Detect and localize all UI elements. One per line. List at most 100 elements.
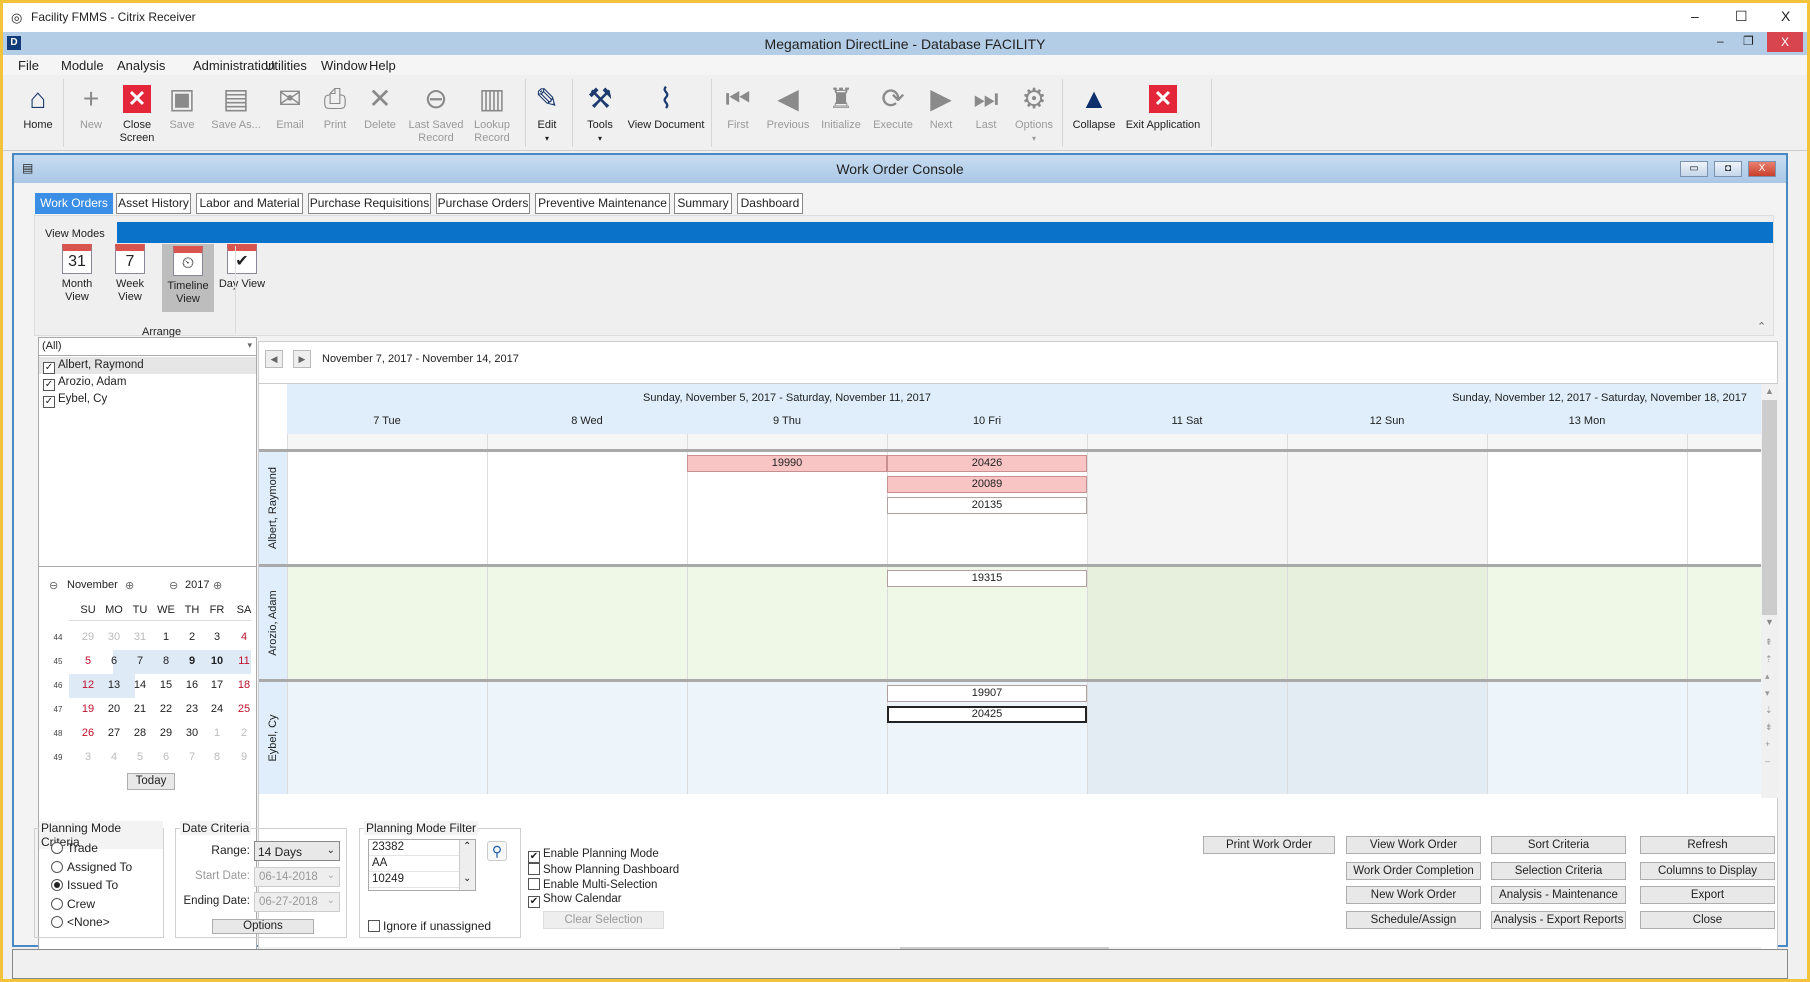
search-icon[interactable]: ⚲ (487, 841, 507, 861)
tab-purchase-requisitions[interactable]: Purchase Requisitions (308, 193, 431, 214)
day-cell[interactable] (287, 567, 487, 679)
calendar-day[interactable]: 15 (155, 679, 177, 691)
schedule-assign-button[interactable]: Schedule/Assign (1346, 911, 1481, 929)
calendar-day[interactable]: 31 (129, 631, 151, 643)
calendar-day[interactable]: 3 (77, 751, 99, 763)
day-cell[interactable] (687, 682, 887, 794)
collapse-ribbon-icon[interactable]: ⌃ (1757, 320, 1766, 333)
timeline-zoom-controls[interactable]: ⇞ ⇡ ▴ ▾ ⇣ ⇟ + – (1765, 634, 1775, 770)
calendar-day[interactable]: 8 (155, 655, 177, 667)
toolbar-options-button[interactable]: ⚙ Options ▾ (1004, 79, 1064, 145)
toolbar-save-button[interactable]: ▣ Save (152, 79, 212, 132)
calendar-day[interactable]: 30 (181, 727, 203, 739)
vertical-scrollbar[interactable]: ▲ ▼ ⇞ ⇡ ▴ ▾ ⇣ ⇟ + – (1761, 384, 1778, 798)
calendar-day[interactable]: 22 (155, 703, 177, 715)
day-cell[interactable] (1287, 682, 1487, 794)
radio-trade[interactable]: Trade (51, 841, 98, 855)
sort-criteria-button[interactable]: Sort Criteria (1491, 836, 1626, 854)
day-cell[interactable] (1487, 567, 1687, 679)
tab-preventive-maintenance[interactable]: Preventive Maintenance (535, 193, 670, 214)
resource-filter-dropdown[interactable]: (All) ▾ (39, 338, 256, 356)
tab-purchase-orders[interactable]: Purchase Orders (436, 193, 530, 214)
radio-issued-to[interactable]: Issued To (51, 878, 118, 892)
day-cell[interactable] (1287, 452, 1487, 564)
print-work-order-button[interactable]: Print Work Order (1203, 836, 1335, 854)
refresh-button[interactable]: Refresh (1640, 836, 1775, 854)
tab-summary[interactable]: Summary (674, 193, 732, 214)
view-mode-day-view[interactable]: ✔ Day View (216, 244, 268, 291)
day-cell[interactable] (1687, 567, 1810, 679)
view-modes-tab[interactable]: View Modes (45, 228, 105, 240)
filter-list-item[interactable]: 10249 (369, 872, 460, 888)
calendar-day[interactable]: 30 (103, 631, 125, 643)
new-work-order-button[interactable]: New Work Order (1346, 886, 1481, 904)
app-restore-button[interactable]: ❐ (1743, 34, 1754, 48)
app-minimize-button[interactable]: – (1717, 34, 1724, 48)
day-cell[interactable] (287, 682, 487, 794)
work-order-event[interactable]: 20426 (887, 455, 1087, 472)
calendar-day[interactable]: 6 (155, 751, 177, 763)
calendar-day[interactable]: 10 (206, 655, 228, 667)
close-button[interactable]: Close (1640, 911, 1775, 929)
checkbox-show-planning-dashboard[interactable]: Show Planning Dashboard (528, 863, 679, 876)
calendar-day[interactable]: 28 (129, 727, 151, 739)
day-cell[interactable] (1687, 682, 1810, 794)
console-minimize-button[interactable]: ▭ (1680, 161, 1708, 177)
day-cell[interactable] (687, 567, 887, 679)
console-close-button[interactable]: X (1748, 161, 1776, 177)
analysis-maintenance-button[interactable]: Analysis - Maintenance (1491, 886, 1626, 904)
toolbar-lookup-record-button[interactable]: ▥ Lookup Record (462, 79, 522, 145)
toolbar-tools-button[interactable]: ⚒ Tools ▾ (570, 79, 630, 145)
resource-list-item[interactable]: ✓ Albert, Raymond (39, 357, 256, 374)
work-order-event[interactable]: 19990 (687, 455, 887, 472)
prev-month-icon[interactable]: ⊖ (49, 579, 58, 592)
vertical-scroll-thumb[interactable] (1762, 400, 1777, 615)
menu-file[interactable]: File (18, 58, 39, 73)
checkbox-show-calendar[interactable]: ✔ Show Calendar (528, 893, 622, 908)
calendar-day[interactable]: 7 (181, 751, 203, 763)
menu-administration[interactable]: Administration (193, 58, 275, 73)
calendar-day[interactable]: 6 (103, 655, 125, 667)
work-order-event[interactable]: 20425 (887, 706, 1087, 723)
day-cell[interactable] (1287, 567, 1487, 679)
toolbar-view-document-button[interactable]: ⌇ View Document (626, 79, 706, 132)
calendar-day[interactable]: 17 (206, 679, 228, 691)
work-order-event[interactable]: 20089 (887, 476, 1087, 493)
toolbar-exit-application-button[interactable]: ✕ Exit Application (1123, 79, 1203, 132)
calendar-day[interactable]: 3 (206, 631, 228, 643)
calendar-day[interactable]: 8 (206, 751, 228, 763)
tab-work-orders[interactable]: Work Orders (35, 193, 113, 214)
calendar-day[interactable]: 29 (155, 727, 177, 739)
timeline-next-button[interactable]: ▶ (293, 350, 311, 368)
day-cell[interactable] (287, 452, 487, 564)
toolbar-previous-button[interactable]: ◀ Previous (758, 79, 818, 132)
calendar-day[interactable]: 18 (233, 679, 255, 691)
calendar-day[interactable]: 27 (103, 727, 125, 739)
work-order-completion-button[interactable]: Work Order Completion (1346, 862, 1481, 880)
selection-criteria-button[interactable]: Selection Criteria (1491, 862, 1626, 880)
prev-year-icon[interactable]: ⊖ (169, 579, 178, 592)
columns-to-display-button[interactable]: Columns to Display (1640, 862, 1775, 880)
calendar-day[interactable]: 4 (233, 631, 255, 643)
work-order-event[interactable]: 19315 (887, 570, 1087, 587)
day-cell[interactable] (1487, 452, 1687, 564)
calendar-day[interactable]: 23 (181, 703, 203, 715)
minimize-button[interactable]: – (1691, 8, 1699, 24)
calendar-day[interactable]: 19 (77, 703, 99, 715)
calendar-day[interactable]: 14 (129, 679, 151, 691)
next-month-icon[interactable]: ⊕ (125, 579, 134, 592)
timeline-prev-button[interactable]: ◀ (265, 350, 283, 368)
toolbar-last-saved-record-button[interactable]: ⊖ Last Saved Record (406, 79, 466, 145)
calendar-day[interactable]: 5 (77, 655, 99, 667)
view-mode-week-view[interactable]: 7 Week View (104, 244, 156, 304)
resource-list-item[interactable]: ✓ Eybel, Cy (39, 391, 256, 408)
toolbar-edit-button[interactable]: ✎ Edit ▾ (517, 79, 577, 145)
resource-list-item[interactable]: ✓ Arozio, Adam (39, 374, 256, 391)
day-cell[interactable] (1087, 682, 1287, 794)
view-mode-month-view[interactable]: 31 Month View (51, 244, 103, 304)
filter-list-item[interactable]: 23382 (369, 840, 460, 856)
calendar-day[interactable]: 20 (103, 703, 125, 715)
menu-utilities[interactable]: Utilities (265, 58, 307, 73)
calendar-day[interactable]: 16 (181, 679, 203, 691)
calendar-day[interactable]: 2 (181, 631, 203, 643)
